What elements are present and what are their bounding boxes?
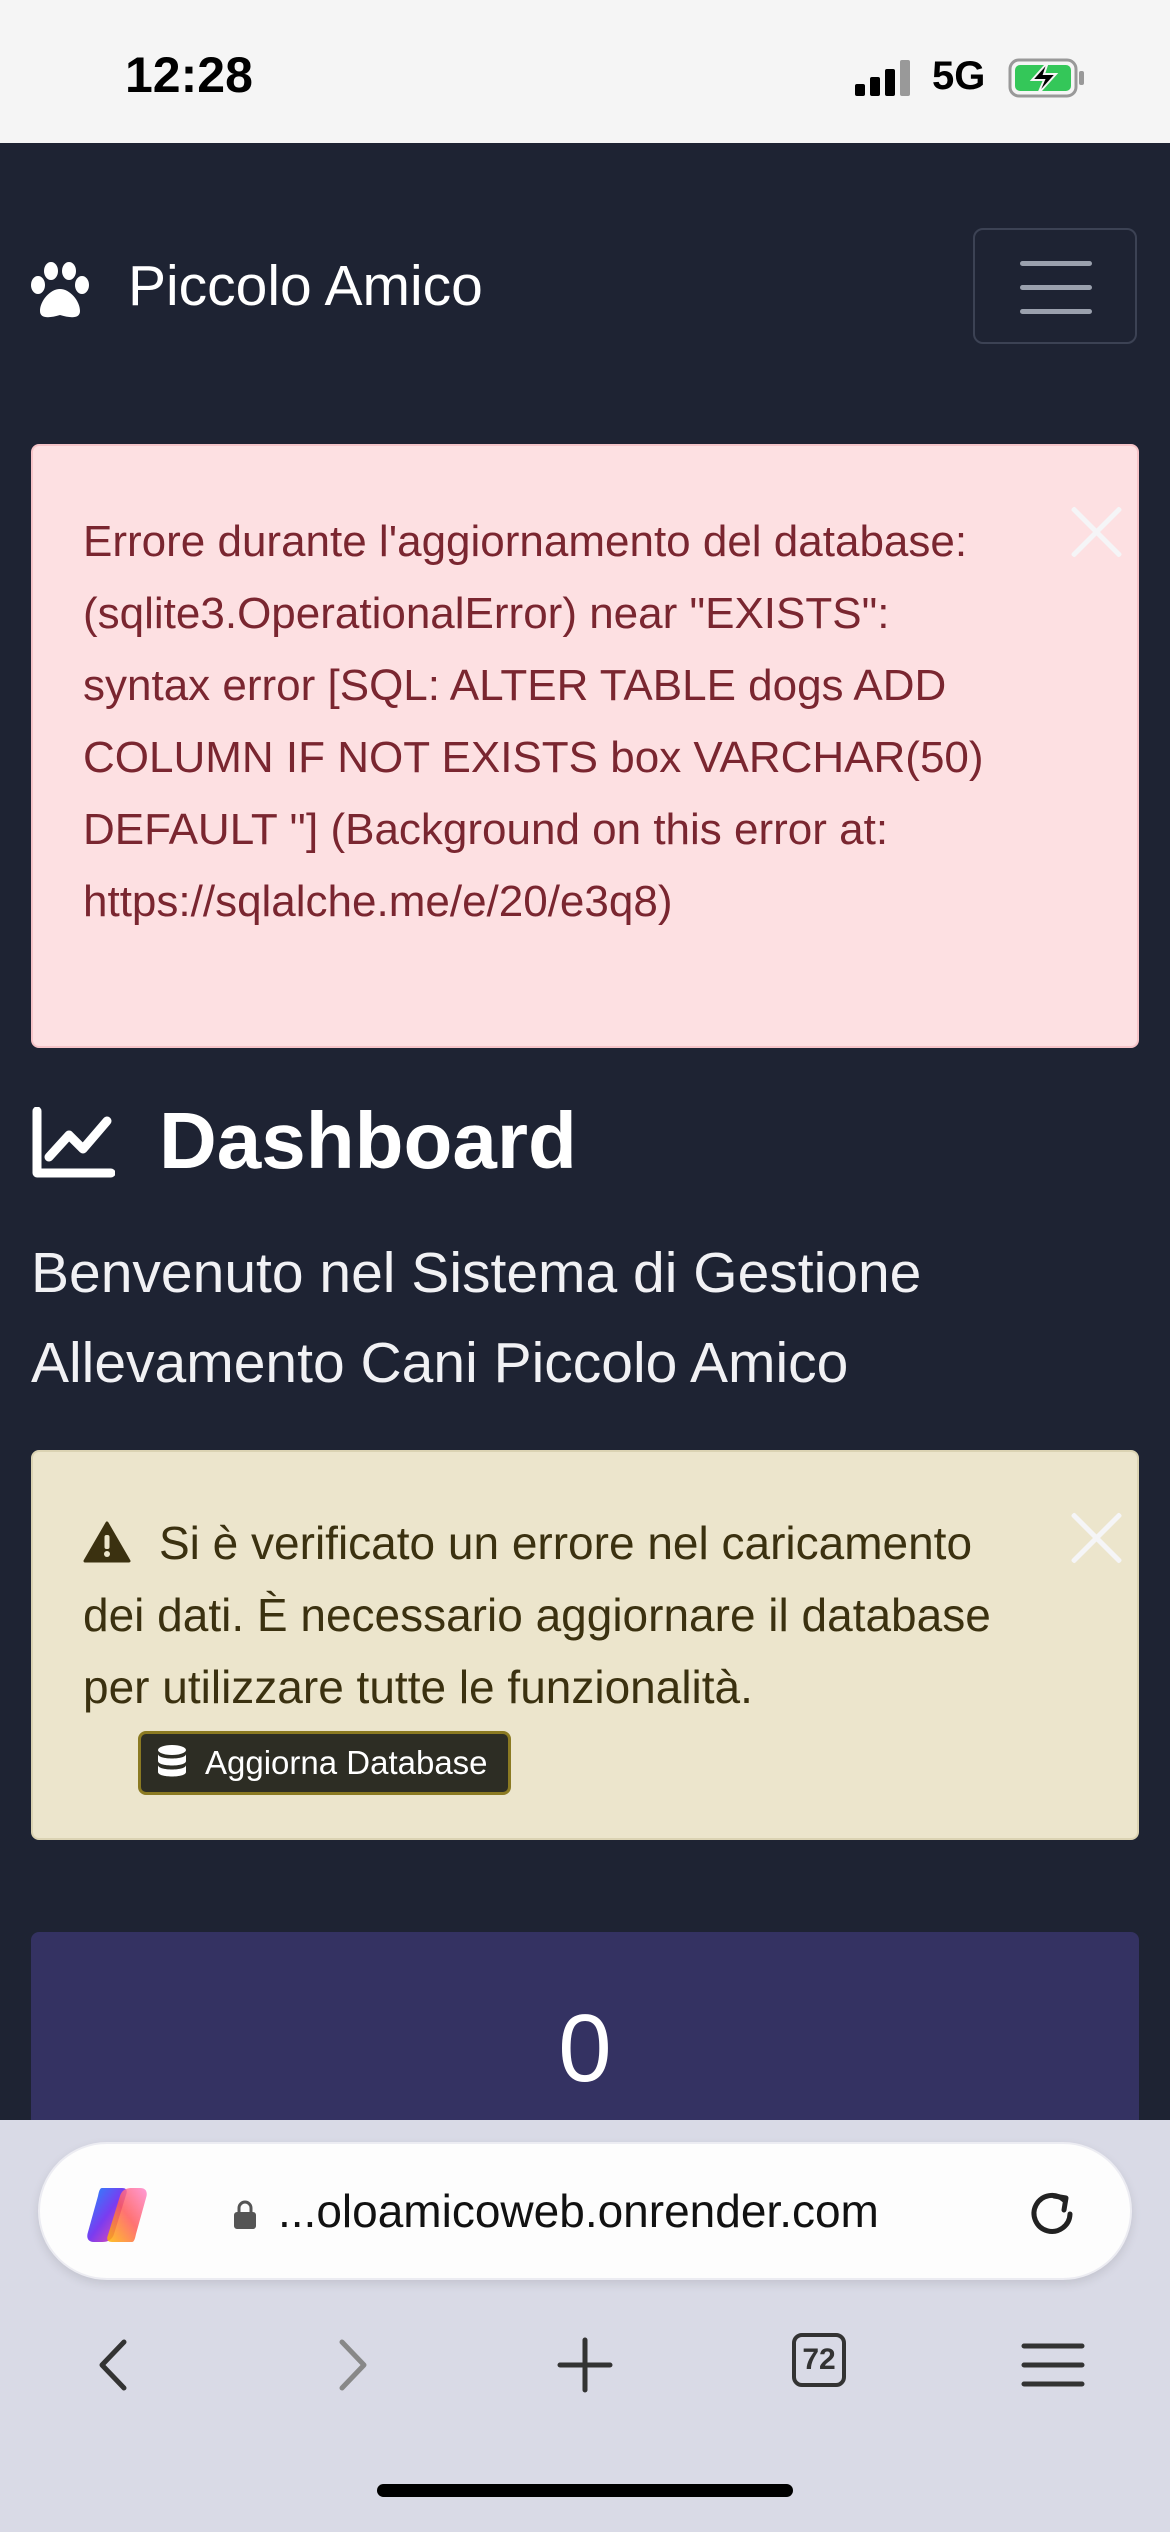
status-bar: 12:28 5G — [0, 0, 1170, 143]
lock-icon — [234, 2200, 256, 2229]
address-bar[interactable]: ...oloamicoweb.onrender.com — [38, 2142, 1132, 2280]
paw-icon — [31, 262, 89, 318]
close-icon[interactable] — [1068, 1510, 1124, 1566]
new-tab-icon[interactable] — [550, 2330, 620, 2400]
stat-card: 0 — [31, 1932, 1139, 2132]
network-type: 5G — [932, 54, 986, 98]
battery-charging-icon — [1008, 58, 1084, 98]
status-time: 12:28 — [125, 47, 253, 103]
navbar: Piccolo Amico — [0, 143, 1170, 433]
update-database-button[interactable]: Aggiorna Database — [138, 1730, 511, 1795]
browser-toolbar: ...oloamicoweb.onrender.com 72 — [0, 2120, 1170, 2532]
close-icon[interactable] — [1068, 504, 1124, 560]
brand-name[interactable]: Piccolo Amico — [128, 253, 483, 319]
error-alert: Errore durante l'aggiornamento del datab… — [31, 444, 1139, 1048]
home-indicator[interactable] — [377, 2484, 793, 2497]
back-icon[interactable] — [80, 2330, 150, 2400]
stat-value: 0 — [558, 1995, 612, 2102]
warning-alert: Si è verificato un errore nel caricament… — [31, 1450, 1139, 1840]
forward-icon[interactable] — [316, 2330, 386, 2400]
warning-message: Si è verificato un errore nel caricament… — [83, 1517, 991, 1713]
chart-line-icon — [32, 1107, 115, 1178]
dashboard-title: Dashboard — [159, 1096, 577, 1185]
menu-toggle-button[interactable] — [973, 228, 1137, 344]
signal-icon — [855, 60, 915, 96]
hamburger-icon — [1020, 261, 1092, 266]
database-icon — [158, 1744, 186, 1777]
welcome-text: Benvenuto nel Sistema di Gestione Alleva… — [31, 1241, 922, 1395]
menu-icon[interactable] — [1018, 2330, 1088, 2400]
tabs-count-button[interactable]: 72 — [792, 2333, 846, 2387]
reload-icon[interactable] — [1022, 2184, 1082, 2244]
copilot-icon[interactable] — [84, 2184, 150, 2246]
warning-icon — [83, 1521, 131, 1563]
error-message: Errore durante l'aggiornamento del datab… — [83, 517, 984, 926]
update-database-label: Aggiorna Database — [205, 1743, 488, 1781]
url-text[interactable]: ...oloamicoweb.onrender.com — [278, 2184, 879, 2238]
